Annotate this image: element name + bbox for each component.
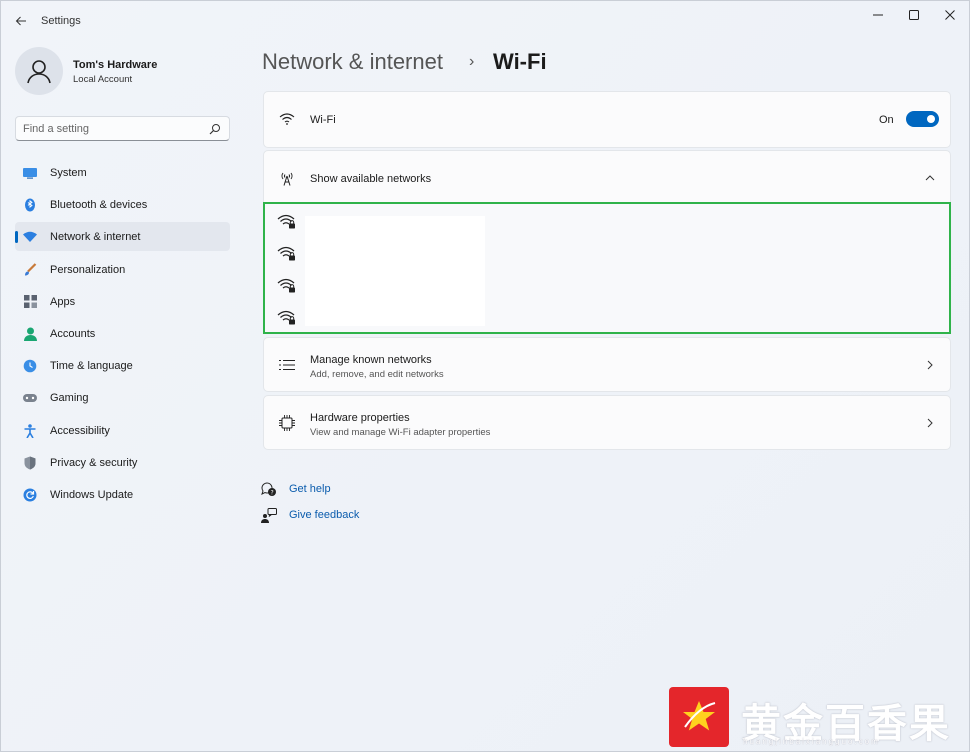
sidebar-item-label: Accessibility (50, 424, 110, 437)
breadcrumb-separator: › (469, 53, 475, 70)
back-arrow-icon (15, 16, 26, 26)
get-help-link[interactable]: Get help (289, 483, 331, 495)
app-title: Settings (41, 15, 81, 27)
sidebar-item-label: Bluetooth & devices (50, 199, 148, 212)
wifi-icon (23, 230, 37, 244)
sidebar-item-accounts[interactable]: Accounts (15, 319, 230, 348)
known-networks-subtitle: Add, remove, and edit networks (310, 369, 444, 380)
close-button[interactable] (933, 5, 967, 25)
watermark: 黄金百香果 huangjinbaixiangguo.com (669, 687, 969, 751)
hardware-properties-card[interactable]: Hardware properties View and manage Wi-F… (263, 395, 951, 450)
gamepad-icon (23, 391, 37, 405)
sidebar-item-label: Privacy & security (50, 456, 138, 469)
hardware-title: Hardware properties (310, 412, 410, 424)
page-title: Wi-Fi (493, 49, 547, 74)
feedback-icon (261, 507, 277, 523)
sidebar-item-label: Personalization (50, 263, 126, 276)
toggle-knob (927, 115, 935, 123)
show-networks-title: Show available networks (310, 173, 432, 185)
sidebar-item-network[interactable]: Network & internet (15, 222, 230, 252)
secured-wifi-icon (277, 278, 295, 293)
network-item[interactable] (277, 214, 297, 234)
bluetooth-icon (23, 198, 37, 212)
search-input[interactable] (23, 121, 203, 137)
wifi-icon (278, 110, 296, 128)
wifi-toggle[interactable] (906, 111, 939, 127)
sidebar-item-label: Apps (50, 295, 76, 308)
back-button[interactable] (11, 11, 31, 31)
wifi-card-title: Wi-Fi (310, 114, 336, 126)
sidebar-item-label: Gaming (50, 392, 89, 405)
wifi-card: Wi-Fi On (263, 91, 951, 148)
sidebar-item-personalization[interactable]: Personalization (15, 255, 230, 284)
maximize-icon (909, 10, 919, 20)
show-networks-card[interactable]: Show available networks (263, 150, 951, 203)
paintbrush-icon (23, 262, 37, 277)
sidebar-nav: System Bluetooth & devices Network & int… (15, 158, 230, 512)
hardware-subtitle: View and manage Wi-Fi adapter properties (310, 427, 491, 438)
refresh-icon (23, 488, 37, 502)
wifi-toggle-state: On (879, 114, 894, 126)
sidebar-item-windows-update[interactable]: Windows Update (15, 480, 230, 509)
secured-wifi-icon (277, 246, 295, 261)
available-networks-list (263, 202, 951, 334)
sidebar-item-label: Accounts (50, 327, 96, 340)
shield-icon (23, 456, 37, 470)
sidebar-item-label: Windows Update (50, 488, 134, 501)
sidebar-item-gaming[interactable]: Gaming (15, 383, 230, 412)
secured-wifi-icon (277, 214, 295, 229)
close-icon (945, 10, 955, 20)
watermark-logo (669, 687, 729, 747)
chevron-up-icon[interactable] (924, 172, 936, 184)
network-item[interactable] (277, 246, 297, 266)
known-networks-title: Manage known networks (310, 354, 432, 366)
globe-clock-icon (23, 359, 37, 373)
profile-name: Tom's Hardware (73, 59, 158, 71)
title-bar: Settings (1, 1, 969, 41)
sidebar-item-label: Network & internet (50, 231, 141, 244)
accessibility-icon (23, 423, 37, 438)
minimize-icon (873, 14, 883, 16)
network-item[interactable] (277, 278, 297, 298)
minimize-button[interactable] (861, 5, 895, 25)
give-feedback-link[interactable]: Give feedback (289, 509, 359, 521)
sidebar-item-label: Time & language (50, 360, 133, 373)
list-icon (278, 356, 296, 374)
help-chat-icon: ? (261, 481, 277, 497)
sidebar-item-accessibility[interactable]: Accessibility (15, 416, 230, 445)
redacted-network-names (305, 216, 485, 326)
svg-text:?: ? (271, 489, 274, 496)
network-item[interactable] (277, 310, 297, 330)
sidebar-item-privacy[interactable]: Privacy & security (15, 448, 230, 477)
antenna-icon (278, 169, 296, 187)
apps-icon (23, 295, 37, 309)
star-icon (683, 701, 716, 731)
chip-icon (278, 414, 296, 432)
sidebar-item-time-language[interactable]: Time & language (15, 351, 230, 380)
chevron-right-icon[interactable] (924, 359, 936, 371)
avatar[interactable] (15, 47, 63, 95)
active-indicator (15, 231, 18, 244)
watermark-subtext: huangjinbaixiangguo.com (743, 737, 880, 746)
search-box[interactable] (15, 116, 230, 141)
sidebar-item-bluetooth[interactable]: Bluetooth & devices (15, 190, 230, 219)
search-icon[interactable] (209, 123, 221, 135)
settings-window: Settings Tom's Hardware Local Account Sy… (0, 0, 970, 752)
monitor-icon (23, 166, 37, 180)
sidebar-item-label: System (50, 167, 87, 179)
maximize-button[interactable] (897, 5, 931, 25)
chevron-right-icon[interactable] (924, 417, 936, 429)
breadcrumb-parent[interactable]: Network & internet (262, 49, 443, 75)
profile-account-type: Local Account (73, 74, 133, 85)
secured-wifi-icon (277, 310, 295, 325)
manage-known-networks-card[interactable]: Manage known networks Add, remove, and e… (263, 337, 951, 392)
sidebar-item-system[interactable]: System (15, 158, 230, 187)
person-icon (27, 60, 51, 84)
sidebar-item-apps[interactable]: Apps (15, 287, 230, 316)
person-icon (23, 327, 37, 341)
